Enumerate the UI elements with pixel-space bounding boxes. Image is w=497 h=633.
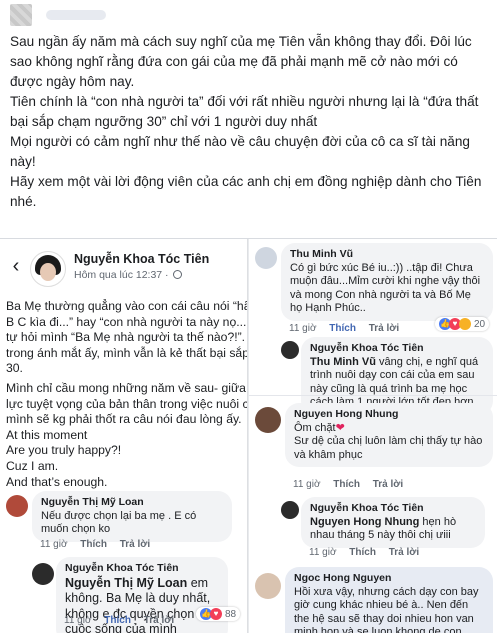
mention-tag[interactable]: Thu Minh Vũ bbox=[310, 356, 376, 368]
reaction-count[interactable]: 👍 ♥ 20 bbox=[435, 317, 490, 331]
globe-icon bbox=[173, 270, 183, 279]
comment-text-2: Sư dệ của chị luôn làm chị thấy tự hào v… bbox=[294, 435, 483, 461]
avatar[interactable] bbox=[281, 341, 299, 359]
post-line: trong ánh mắt ấy, mình vẫn là kẻ thất bạ… bbox=[6, 345, 248, 360]
comment-bubble: Nguyễn Khoa Tóc Tiên Nguyen Hong Nhung h… bbox=[301, 497, 485, 548]
post-line: Mình chỉ cầu mong những năm về sau- giữa bbox=[6, 380, 246, 395]
comment-meta: 11 giờ Thích Trả lời bbox=[40, 539, 150, 550]
reaction-number: 20 bbox=[474, 318, 486, 330]
avatar[interactable] bbox=[255, 407, 281, 433]
caption-line: Mọi người có cảm nghĩ như thế nào về câu… bbox=[10, 134, 470, 169]
comment-time: 11 giờ bbox=[289, 323, 317, 334]
like-button[interactable]: Thích bbox=[333, 479, 360, 490]
comment-time: 11 giờ bbox=[293, 479, 321, 490]
comment-author[interactable]: Nguyễn Thị Mỹ Loan bbox=[41, 496, 223, 510]
avatar[interactable] bbox=[6, 495, 28, 517]
avatar[interactable] bbox=[10, 4, 32, 26]
embedded-screenshot: ‹ Nguyễn Khoa Tóc Tiên Hôm qua lúc 12:37… bbox=[0, 238, 497, 633]
avatar[interactable] bbox=[255, 573, 281, 599]
post-line: Ba Mẹ thường quẳng vào con cái câu nói “… bbox=[6, 299, 248, 313]
avatar[interactable] bbox=[30, 251, 66, 287]
reaction-number: 88 bbox=[225, 608, 237, 620]
post-caption: Sau ngần ấy năm mà cách suy nghĩ của mẹ … bbox=[10, 32, 490, 212]
comment-text: Có gì bức xúc Bé iu..:)) ..tập đi! Chưa … bbox=[290, 261, 481, 315]
like-button[interactable]: Thích bbox=[80, 539, 107, 550]
comment-bubble: Thu Minh Vũ Có gì bức xúc Bé iu..:)) ..t… bbox=[281, 243, 493, 321]
like-button[interactable]: Thích bbox=[349, 547, 376, 558]
comment-text: Ôm chặt bbox=[294, 421, 336, 434]
avatar[interactable] bbox=[32, 563, 54, 585]
mention-tag[interactable]: Nguyen Hong Nhung bbox=[310, 516, 419, 528]
post-author[interactable]: Nguyễn Khoa Tóc Tiên bbox=[74, 252, 209, 266]
comment-author[interactable]: Nguyễn Khoa Tóc Tiên bbox=[310, 502, 476, 516]
comments-panel: Thu Minh Vũ Có gì bức xúc Bé iu..:)) ..t… bbox=[249, 239, 497, 633]
heart-reaction-icon: ♥ bbox=[210, 608, 222, 620]
post-line: mình sẽ kg phải thốt ra câu nói đau lòng… bbox=[6, 412, 242, 427]
avatar[interactable] bbox=[281, 501, 299, 519]
mention-tag[interactable]: Nguyễn Thị Mỹ Loan bbox=[65, 576, 187, 590]
reply-button[interactable]: Trả lời bbox=[369, 323, 399, 334]
comment-author[interactable]: Nguyễn Khoa Tóc Tiên bbox=[65, 562, 219, 576]
post-line: Are you truly happy?! bbox=[6, 443, 122, 458]
like-button[interactable]: Thích bbox=[329, 323, 356, 334]
post-time: Hôm qua lúc 12:37 · bbox=[74, 269, 183, 281]
comment-meta: 11 giờ Thích Trả lời bbox=[64, 615, 174, 626]
post-line: lực tuyệt vọng của bản thân trong việc n… bbox=[6, 396, 248, 411]
haha-reaction-icon bbox=[459, 318, 471, 330]
post-line: Cuz I am. bbox=[6, 458, 59, 473]
comment-author[interactable]: Nguyen Hong Nhung bbox=[294, 408, 484, 422]
caption-line: Hãy xem một vài lời động viên của các an… bbox=[10, 174, 482, 209]
comment-time: 11 giờ bbox=[40, 539, 68, 550]
comment-meta: 11 giờ Thích Trả lời bbox=[309, 547, 419, 558]
post-line: At this moment bbox=[6, 427, 88, 442]
post-line: tự hỏi mình “Ba Mẹ nhà người ta thế nào?… bbox=[6, 330, 246, 345]
comment-bubble: Ngoc Hong Nguyen Hồi xưa vậy, nhưng cách… bbox=[285, 567, 493, 633]
reply-button[interactable]: Trả lời bbox=[144, 615, 174, 626]
comment-meta: 11 giờ Thích Trả lời bbox=[289, 323, 399, 334]
like-button[interactable]: Thích bbox=[104, 615, 131, 626]
caption-line: Sau ngần ấy năm mà cách suy nghĩ của mẹ … bbox=[10, 34, 472, 89]
post-head: ‹ Nguyễn Khoa Tóc Tiên Hôm qua lúc 12:37… bbox=[0, 247, 247, 291]
reply-button[interactable]: Trả lời bbox=[373, 479, 403, 490]
comment-bubble: Nguyen Hong Nhung Ôm chặt❤ Sư dệ của chị… bbox=[285, 403, 493, 467]
comment-text: Hồi xưa vậy, nhưng cách dạy con bay giờ … bbox=[294, 585, 479, 633]
post-time-text: Hôm qua lúc 12:37 · bbox=[74, 269, 172, 281]
reaction-count[interactable]: 👍 ♥ 88 bbox=[196, 607, 241, 621]
comment-author[interactable]: Nguyễn Khoa Tóc Tiên bbox=[310, 342, 484, 356]
avatar[interactable] bbox=[255, 247, 277, 269]
post-line: 30. bbox=[6, 361, 23, 376]
post-line: And that’s enough. bbox=[6, 474, 108, 489]
reply-button[interactable]: Trả lời bbox=[120, 539, 150, 550]
comment-time: 11 giờ bbox=[64, 615, 92, 626]
comment-author[interactable]: Thu Minh Vũ bbox=[290, 248, 484, 262]
comment-time: 11 giờ bbox=[309, 547, 337, 558]
back-arrow-icon[interactable]: ‹ bbox=[6, 255, 26, 277]
comment-bubble: Nguyễn Thị Mỹ Loan Nếu được chọn lại ba … bbox=[32, 491, 232, 542]
comment-author[interactable]: Ngoc Hong Nguyen bbox=[294, 572, 484, 586]
heart-icon: ❤ bbox=[335, 421, 345, 434]
reply-button[interactable]: Trả lời bbox=[389, 547, 419, 558]
caption-line: Tiên chính là “con nhà người ta” đối với… bbox=[10, 94, 479, 129]
facebook-post: ‹ Nguyễn Khoa Tóc Tiên Hôm qua lúc 12:37… bbox=[0, 239, 248, 633]
post-body: Ba Mẹ thường quẳng vào con cái câu nói “… bbox=[6, 299, 248, 490]
post-header-bar bbox=[0, 0, 497, 30]
post-line: B C kìa đi...” hay “con nhà người ta này… bbox=[6, 314, 247, 329]
comment-meta: 11 giờ Thích Trả lời bbox=[293, 479, 403, 490]
comment-text: Nếu được chọn lại ba mẹ . E có muốn chọn… bbox=[41, 509, 197, 536]
divider bbox=[249, 395, 497, 396]
author-name-placeholder bbox=[46, 10, 106, 20]
